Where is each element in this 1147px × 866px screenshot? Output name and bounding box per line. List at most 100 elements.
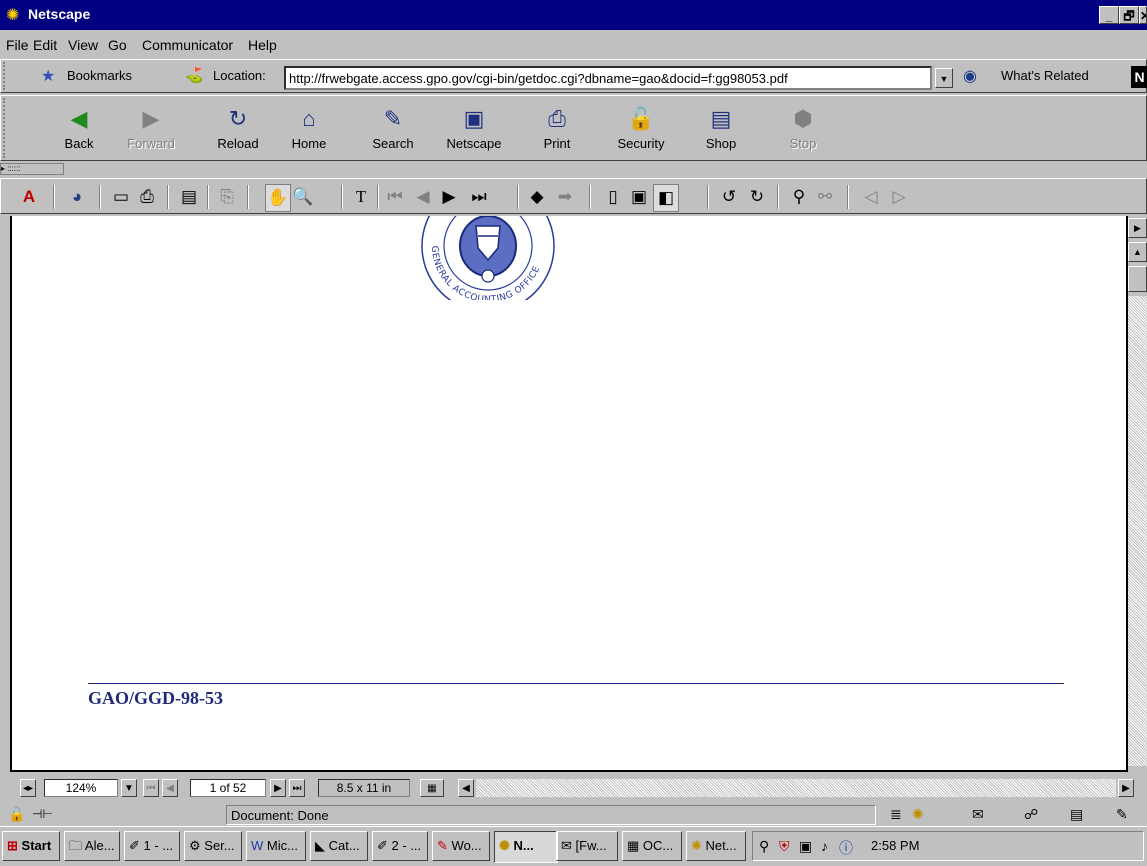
menu-help[interactable]: Help (248, 37, 277, 53)
taskbar-item-ser[interactable]: ⚙ Ser... (184, 831, 242, 861)
copy-icon[interactable]: ⎘ (215, 184, 239, 210)
prev-highlight-icon[interactable]: ◁ (859, 184, 883, 210)
taskbar-item-ale[interactable]: 🗀 Ale... (64, 831, 120, 861)
acrobat-logo-icon[interactable]: A (17, 184, 41, 210)
tray-shield-icon[interactable]: ⛨ (779, 838, 790, 855)
go-forward-view-icon[interactable]: ➡ (553, 184, 577, 210)
word-icon: W (251, 838, 264, 853)
url-input[interactable]: http://frwebgate.access.gpo.gov/cgi-bin/… (284, 66, 932, 90)
menu-communicator[interactable]: Communicator (142, 37, 233, 53)
scroll-track[interactable] (1128, 296, 1147, 766)
find-again-icon[interactable]: ⚯ (813, 184, 837, 210)
bookmarks-pane-icon[interactable]: ▤ (177, 184, 201, 210)
netscape-n-icon[interactable]: N (1131, 66, 1147, 88)
hscroll-right-arrow-icon[interactable]: ▶ (1118, 779, 1134, 797)
status-first-page-icon[interactable]: ⏮ (143, 779, 159, 797)
minimize-button[interactable]: _ (1099, 6, 1119, 24)
tray-display-icon[interactable]: ▣ (799, 838, 812, 855)
globe-icon[interactable]: ◕ (65, 184, 89, 210)
text-select-icon[interactable]: T (349, 184, 373, 210)
status-last-page-icon[interactable]: ⏭ (289, 779, 305, 797)
home-button[interactable]: ⌂ Home (279, 102, 339, 160)
composer-icon[interactable]: ▤ (1070, 806, 1083, 823)
security-lock-icon[interactable]: 🔓 (8, 806, 25, 823)
connection-icon: ⊣⊢ (32, 807, 53, 821)
horizontal-scroll-track[interactable] (476, 779, 1116, 797)
edit-pencil-icon[interactable]: ✎ (1116, 806, 1128, 823)
tray-volume-icon[interactable]: ♪ (821, 838, 828, 854)
back-button[interactable]: ◀ Back (49, 102, 109, 160)
actual-size-icon[interactable]: ▯ (601, 184, 625, 210)
shop-button[interactable]: ▤ Shop (691, 102, 751, 160)
toolbar-grip-icon[interactable] (3, 98, 13, 158)
print-icon: ⎙ (548, 106, 566, 131)
bookmarks-icon[interactable]: ★ (41, 66, 55, 86)
tray-info-icon[interactable]: ⓘ (839, 838, 853, 858)
window-title-bar[interactable]: ✺ Netscape _ 🗗 ✕ (0, 0, 1147, 30)
whats-related-button[interactable]: What's Related (1001, 68, 1089, 83)
taskbar-item-1[interactable]: ✐ 1 - ... (124, 831, 180, 861)
toolbar-grip-icon[interactable] (3, 62, 13, 90)
print-pdf-icon[interactable]: ⎙ (135, 184, 159, 210)
taskbar-item-cat[interactable]: ◣ Cat... (310, 831, 368, 861)
netscape-button[interactable]: ▣ Netscape (444, 102, 504, 160)
taskbar-item-fw[interactable]: ✉ [Fw... (556, 831, 618, 861)
message-icon: ✉ (561, 838, 572, 853)
rotate-right-icon[interactable]: ↻ (745, 184, 769, 210)
save-icon[interactable]: ▭ (109, 184, 133, 210)
prev-page-icon[interactable]: ◀ (411, 184, 435, 210)
rotate-left-icon[interactable]: ↺ (717, 184, 741, 210)
taskbar-item-net[interactable]: ✺ Net... (686, 831, 746, 861)
menu-file[interactable]: File (6, 37, 29, 53)
taskbar-item-netscape-active[interactable]: ✺ N... (494, 831, 558, 863)
hand-tool-icon[interactable]: ✋ (265, 184, 291, 212)
next-page-icon[interactable]: ▶ (437, 184, 461, 210)
split-pane-icon[interactable]: ◂▸ (20, 779, 36, 797)
discussion-icon[interactable]: ☍ (1024, 806, 1038, 823)
mail-icon[interactable]: ✉ (972, 806, 984, 823)
restore-button[interactable]: 🗗 (1119, 6, 1139, 24)
taskbar-item-oc[interactable]: ▦ OC... (622, 831, 682, 861)
scroll-up-arrow-icon[interactable]: ▲ (1128, 242, 1147, 262)
navigator-icon[interactable]: ✺ (912, 806, 924, 823)
go-back-view-icon[interactable]: ◆ (525, 184, 549, 210)
toolbar-collapse-tab[interactable]: ▸ :::::: (0, 163, 64, 175)
first-page-icon[interactable]: ⏮ (383, 184, 407, 210)
search-button[interactable]: ✎ Search (363, 102, 423, 160)
next-highlight-icon[interactable]: ▷ (887, 184, 911, 210)
scroll-page-up-icon[interactable]: ▶ (1128, 218, 1147, 238)
page-layout-icon[interactable]: ▦ (420, 779, 444, 797)
scroll-thumb[interactable] (1128, 266, 1147, 292)
close-button[interactable]: ✕ (1139, 6, 1147, 24)
taskbar-item-wo[interactable]: ✎ Wo... (432, 831, 490, 861)
status-next-page-icon[interactable]: ▶ (270, 779, 286, 797)
status-prev-page-icon[interactable]: ◀ (162, 779, 178, 797)
forward-button[interactable]: ▶ Forward (121, 102, 181, 160)
whats-related-icon[interactable]: ◉ (963, 66, 977, 86)
reload-button[interactable]: ↻ Reload (208, 102, 268, 160)
taskbar-item-2[interactable]: ✐ 2 - ... (372, 831, 428, 861)
menu-go[interactable]: Go (108, 37, 127, 53)
status-component-icon[interactable]: ≣ (890, 806, 902, 823)
start-button[interactable]: ⊞ Start (2, 831, 60, 861)
url-dropdown-button[interactable]: ▼ (935, 68, 953, 88)
vertical-scrollbar[interactable]: ▶ ▲ (1128, 216, 1147, 772)
fit-page-icon[interactable]: ▣ (627, 184, 651, 210)
taskbar-item-mic[interactable]: W Mic... (246, 831, 306, 861)
page-field[interactable]: 1 of 52 (190, 779, 266, 797)
tray-search-icon[interactable]: ⚲ (759, 838, 769, 855)
stop-button[interactable]: ⬢ Stop (773, 102, 833, 160)
menu-edit[interactable]: Edit (33, 37, 57, 53)
menu-view[interactable]: View (68, 37, 98, 53)
find-icon[interactable]: ⚲ (787, 184, 811, 210)
bookmarks-button[interactable]: Bookmarks (67, 68, 132, 83)
zoom-dropdown-button[interactable]: ▼ (121, 779, 137, 797)
fit-width-icon[interactable]: ◧ (653, 184, 679, 212)
print-button[interactable]: ⎙ Print (527, 102, 587, 160)
zoom-tool-icon[interactable]: 🔍 (291, 184, 315, 210)
page-size-indicator: 8.5 x 11 in (318, 779, 410, 797)
hscroll-left-arrow-icon[interactable]: ◀ (458, 779, 474, 797)
security-button[interactable]: 🔓 Security (611, 102, 671, 160)
last-page-icon[interactable]: ⏭ (467, 184, 491, 210)
zoom-field[interactable]: 124% (44, 779, 118, 797)
